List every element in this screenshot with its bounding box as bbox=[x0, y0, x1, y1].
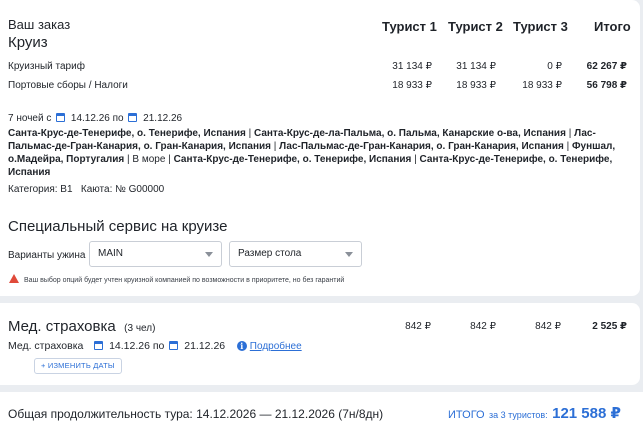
insurance-date-from: 14.12.26 bbox=[109, 340, 150, 352]
insurance-total: 2 525 ₽ bbox=[592, 321, 627, 332]
change-dates-button[interactable]: + ИЗМЕНИТЬ ДАТЫ bbox=[34, 358, 122, 374]
calendar-icon bbox=[56, 113, 66, 122]
cabin-number: Каюта: № G00000 bbox=[80, 184, 165, 195]
dinner-select[interactable]: MAIN bbox=[89, 241, 222, 267]
route-separator: | bbox=[565, 128, 575, 139]
column-tourist-1: Турист 1 bbox=[382, 19, 437, 34]
row-label-port-fees: Портовые сборы / Налоги bbox=[8, 80, 128, 91]
total-label: ИТОГО bbox=[448, 409, 485, 421]
port-fees-tourist-3: 18 933 ₽ bbox=[522, 80, 562, 91]
row-label-cruise-fare: Круизный тариф bbox=[8, 61, 85, 72]
nights-text: 7 ночей с bbox=[8, 113, 52, 124]
warning-icon bbox=[9, 274, 19, 283]
insurance-count: (3 чел) bbox=[124, 323, 156, 334]
chevron-down-icon bbox=[345, 252, 353, 257]
cruise-fare-tourist-3: 0 ₽ bbox=[547, 61, 562, 72]
chevron-down-icon bbox=[205, 252, 213, 257]
column-tourist-2: Турист 2 bbox=[448, 19, 503, 34]
table-size-select-value: Размер стола bbox=[238, 248, 302, 259]
insurance-date-to-word: по bbox=[152, 340, 165, 352]
cruise-route: Санта-Крус-де-Тенерифе, о. Тенерифе, Исп… bbox=[8, 127, 618, 179]
footer-total: ИТОГО за 3 туристов: 121 588 ₽ bbox=[448, 404, 621, 423]
calendar-icon bbox=[169, 341, 179, 350]
order-heading: Ваш заказ bbox=[8, 17, 71, 32]
tour-duration: Общая продолжительность тура: 14.12.2026… bbox=[8, 407, 384, 421]
service-warning-text: Ваш выбор опций будет учтен круизной ком… bbox=[24, 277, 345, 284]
column-tourist-3: Турист 3 bbox=[513, 19, 568, 34]
route-separator: | bbox=[245, 128, 254, 139]
insurance-tourist-1: 842 ₽ bbox=[405, 321, 431, 332]
insurance-tourist-2: 842 ₽ bbox=[470, 321, 496, 332]
route-port: Санта-Крус-де-ла-Пальма, о. Пальма, Кана… bbox=[253, 128, 566, 139]
route-at-sea: | В море | bbox=[124, 154, 174, 165]
insurance-tourist-3: 842 ₽ bbox=[535, 321, 561, 332]
date-from: 14.12.26 bbox=[70, 113, 110, 124]
port-fees-tourist-2: 18 933 ₽ bbox=[456, 80, 496, 91]
service-title: Специальный сервис на круизе bbox=[8, 218, 228, 235]
cruise-dates: 7 ночей с 14.12.26 по 21.12.26 bbox=[8, 113, 182, 124]
date-to: 21.12.26 bbox=[143, 113, 183, 124]
info-icon: i bbox=[236, 341, 247, 351]
cruise-fare-tourist-2: 31 134 ₽ bbox=[456, 61, 496, 72]
route-separator: | bbox=[411, 154, 420, 165]
dinner-label: Варианты ужина bbox=[8, 250, 86, 261]
insurance-row-label: Мед. страховка bbox=[8, 340, 84, 352]
insurance-heading: Мед. страховка (3 чел) bbox=[8, 318, 155, 336]
footer-bar: Общая продолжительность тура: 14.12.2026… bbox=[0, 392, 643, 427]
route-port: Санта-Крус-де-Тенерифе, о. Тенерифе, Исп… bbox=[8, 128, 246, 139]
port-fees-total: 56 798 ₽ bbox=[586, 80, 627, 91]
service-warning: Ваш выбор опций будет учтен круизной ком… bbox=[9, 274, 344, 284]
insurance-title: Мед. страховка bbox=[8, 318, 116, 335]
cabin-info: Категория: B1 Каюта: № G00000 bbox=[8, 184, 164, 195]
insurance-more-link[interactable]: Подробнее bbox=[250, 341, 302, 352]
calendar-icon bbox=[94, 341, 104, 350]
total-for: за 3 туристов: bbox=[489, 410, 548, 420]
insurance-date-to: 21.12.26 bbox=[184, 340, 226, 352]
cruise-fare-tourist-1: 31 134 ₽ bbox=[392, 61, 432, 72]
date-to-word: по bbox=[112, 113, 124, 124]
order-product: Круиз bbox=[8, 34, 48, 51]
total-value: 121 588 ₽ bbox=[552, 405, 621, 422]
cabin-category: Категория: B1 bbox=[8, 184, 73, 195]
route-separator: | bbox=[270, 141, 280, 152]
port-fees-tourist-1: 18 933 ₽ bbox=[392, 80, 432, 91]
order-card: Ваш заказ Круиз Турист 1 Турист 2 Турист… bbox=[0, 0, 640, 296]
calendar-icon bbox=[128, 113, 138, 122]
column-total: Итого bbox=[594, 19, 631, 34]
dinner-select-value: MAIN bbox=[98, 248, 123, 259]
table-size-select[interactable]: Размер стола bbox=[229, 241, 362, 267]
cruise-fare-total: 62 267 ₽ bbox=[586, 61, 627, 72]
route-port: Санта-Крус-де-Тенерифе, о. Тенерифе, Исп… bbox=[173, 154, 412, 165]
route-port: Лас-Пальмас-де-Гран-Канария, о. Гран-Кан… bbox=[279, 141, 564, 152]
route-separator: | bbox=[563, 141, 572, 152]
insurance-dates-row: Мед. страховка 14.12.26 по 21.12.26 i Под… bbox=[8, 340, 302, 352]
